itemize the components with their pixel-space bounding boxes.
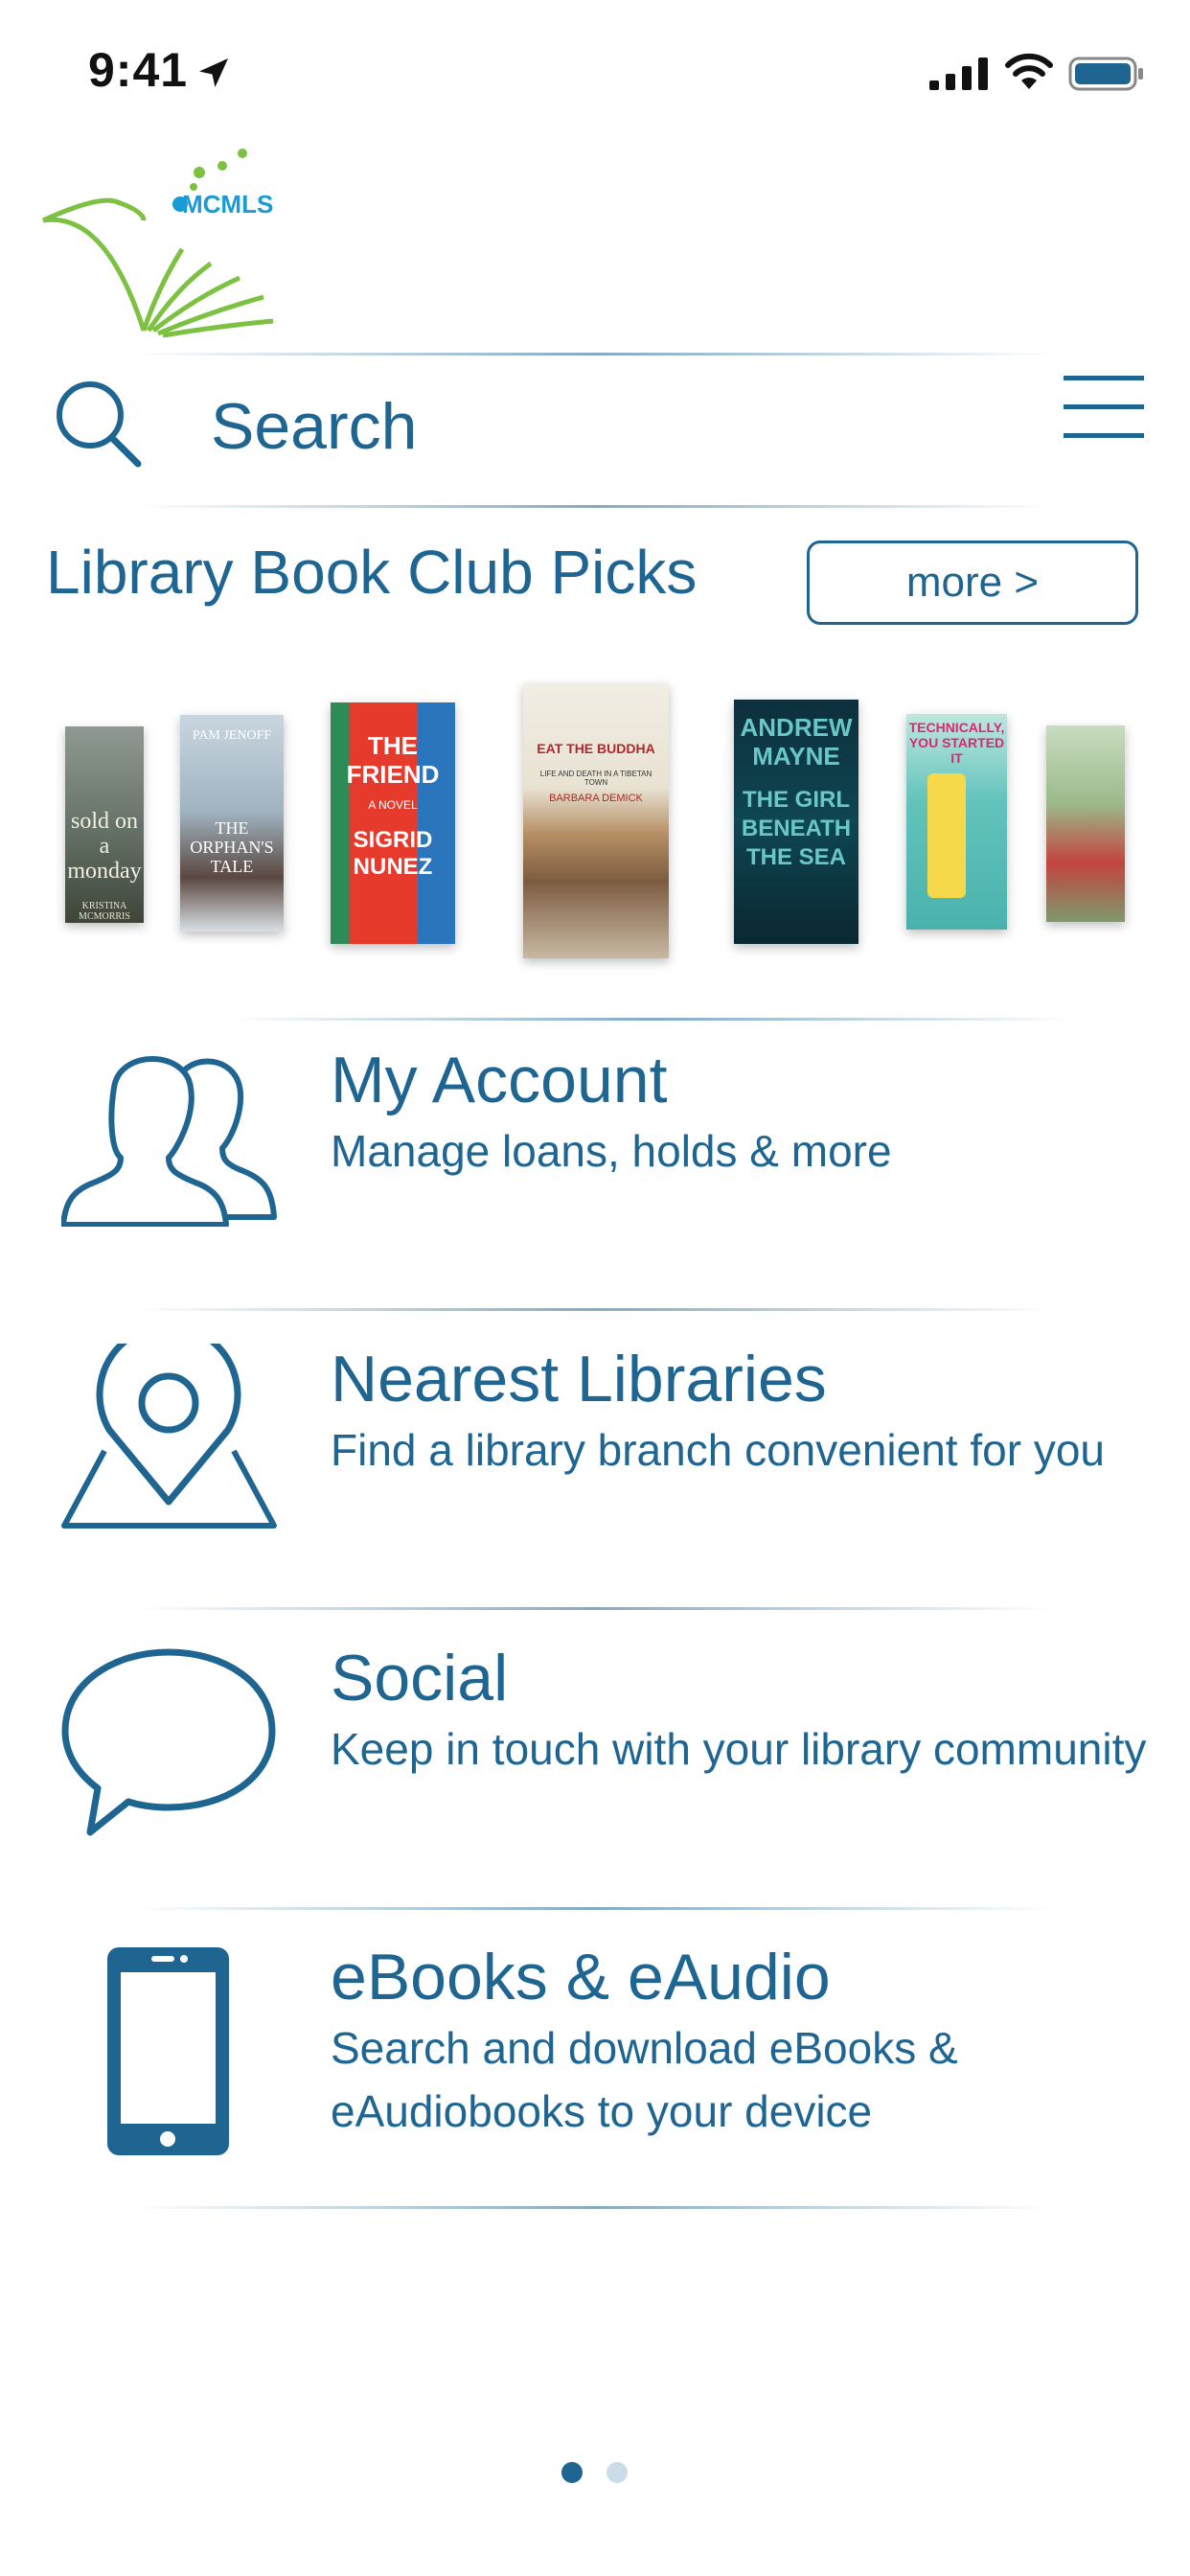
book-title: sold on a monday [67, 809, 142, 884]
divider [134, 505, 1054, 508]
speech-bubble-icon [61, 1648, 276, 1836]
menu-item-my-account[interactable]: My Account Manage loans, holds & more [0, 1025, 1190, 1313]
book-cover-seventh[interactable] [1046, 725, 1125, 922]
map-pin-icon [61, 1344, 277, 1529]
book-author: KRISTINA MCMORRIS [79, 901, 130, 922]
divider [134, 1607, 1054, 1610]
book-author: ANDREW MAYNE [740, 713, 853, 770]
book-cover-the-friend[interactable]: THE FRIEND A NOVEL SIGRID NUNEZ [331, 702, 455, 944]
menu-item-title: Nearest Libraries [331, 1343, 827, 1415]
book-cover-eat-the-buddha[interactable]: EAT THE BUDDHA LIFE AND DEATH IN A TIBET… [523, 683, 669, 958]
menu-item-title: Social [331, 1642, 509, 1714]
menu-item-subtitle: Find a library branch convenient for you [331, 1425, 1105, 1475]
book-illustration [927, 773, 966, 898]
status-time: 9:41 [88, 43, 189, 97]
book-cover-technically-you-started-it[interactable]: TECHNICALLY, YOU STARTED IT [906, 714, 1007, 930]
location-arrow-icon [199, 58, 228, 87]
menu-item-nearest-libraries[interactable]: Nearest Libraries Find a library branch … [0, 1324, 1190, 1612]
section-title: Library Book Club Picks [46, 538, 698, 607]
divider [134, 2206, 1054, 2209]
search-input[interactable] [211, 383, 977, 470]
book-author: BARBARA DEMICK [549, 793, 643, 804]
menu-item-subtitle: Keep in touch with your library communit… [331, 1724, 1147, 1774]
menu-item-title: My Account [331, 1044, 668, 1116]
book-title: THE ORPHAN'S TALE [190, 818, 274, 876]
phone-icon [107, 1947, 229, 2155]
book-author: SIGRID NUNEZ [353, 827, 433, 880]
cellular-signal-icon [929, 58, 988, 90]
book-title: THE FRIEND [346, 731, 440, 789]
more-button[interactable]: more > [807, 540, 1138, 625]
book-cover-the-orphans-tale[interactable]: PAM JENOFF THE ORPHAN'S TALE [180, 715, 284, 932]
divider [134, 1308, 1054, 1311]
menu-item-title: eBooks & eAudio [331, 1941, 831, 2013]
book-title: TECHNICALLY, YOU STARTED IT [908, 720, 1005, 766]
page-dot-2[interactable] [606, 2462, 628, 2483]
search-icon[interactable] [50, 377, 146, 472]
hamburger-menu-icon[interactable] [1064, 374, 1144, 441]
divider [134, 353, 1054, 356]
users-icon [61, 1056, 277, 1227]
divider [134, 1907, 1054, 1910]
book-cover-the-girl-beneath-the-sea[interactable]: ANDREW MAYNE THE GIRL BENEATH THE SEA [734, 700, 858, 944]
book-subtitle: LIFE AND DEATH IN A TIBETAN TOWN [539, 770, 652, 787]
book-subtitle: A NOVEL [368, 798, 418, 812]
logo-text: MCMLS [182, 190, 273, 218]
menu-item-ebooks-eaudio[interactable]: eBooks & eAudio Search and download eBoo… [0, 1922, 1190, 2210]
menu-item-social[interactable]: Social Keep in touch with your library c… [0, 1623, 1190, 1911]
book-cover-sold-on-a-monday[interactable]: sold on a monday KRISTINA MCMORRIS [65, 726, 144, 923]
menu-item-subtitle: Manage loans, holds & more [331, 1126, 892, 1176]
book-title: EAT THE BUDDHA [537, 741, 655, 756]
battery-icon [1068, 57, 1143, 91]
menu-item-subtitle: Search and download eBooks & eAudiobooks… [331, 2023, 958, 2136]
book-title: THE GIRL BENEATH THE SEA [741, 787, 852, 870]
book-author: PAM JENOFF [192, 728, 272, 743]
divider [230, 1018, 1073, 1021]
mcmls-logo: MCMLS [41, 149, 273, 338]
page-dot-1[interactable] [561, 2462, 583, 2483]
wifi-icon [1005, 53, 1053, 89]
